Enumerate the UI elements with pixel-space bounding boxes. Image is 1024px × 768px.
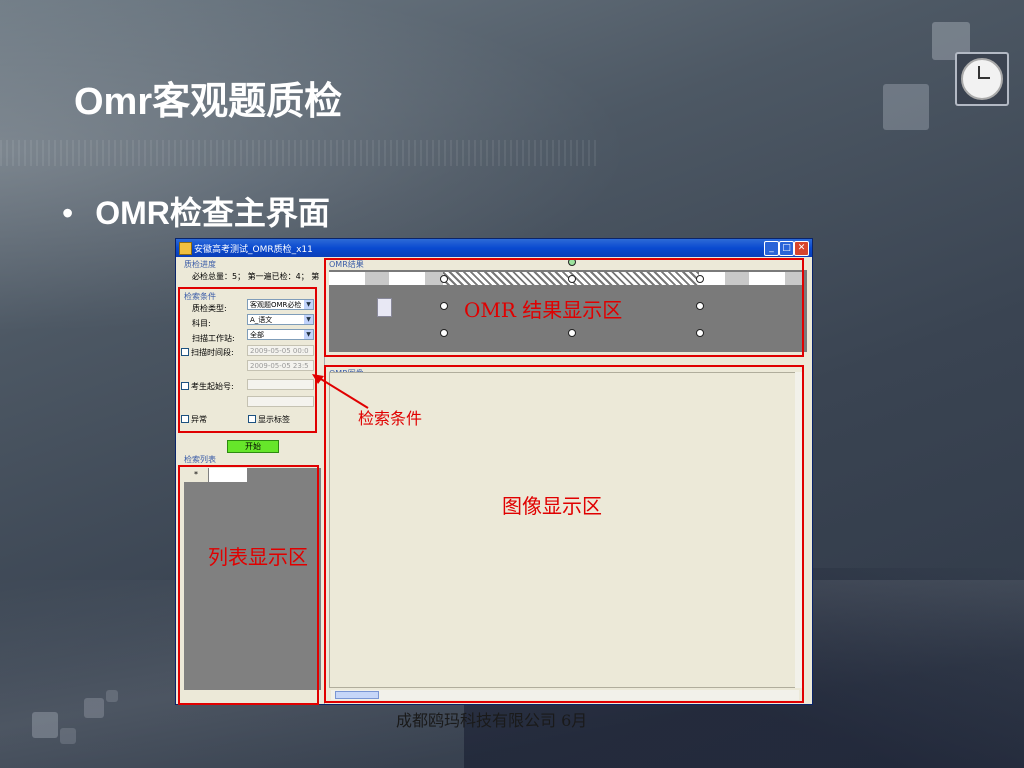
app-icon: [179, 242, 192, 255]
decorative-square: [883, 84, 929, 130]
close-button[interactable]: ✕: [794, 241, 809, 256]
maximize-button[interactable]: □: [779, 241, 794, 256]
decorative-square: [84, 698, 104, 718]
decorative-square: [106, 690, 118, 702]
clock-hand: [979, 77, 990, 79]
bullet-text: OMR检查主界面: [95, 195, 330, 231]
search-conditions-highlight: [178, 287, 317, 433]
image-area-caption: 图像显示区: [502, 494, 602, 518]
window-titlebar[interactable]: 安徽高考测试_OMR质检_x11 _ □ ✕: [176, 239, 812, 257]
progress-group-label: 质检进度: [184, 260, 216, 269]
list-area-highlight: [178, 465, 319, 705]
progress-text: 必检总量：5； 第一遍已检：4； 第: [192, 272, 320, 281]
image-area-highlight: [324, 365, 804, 703]
list-area-caption: 列表显示区: [208, 545, 308, 569]
bullet-dot-icon: •: [62, 195, 74, 231]
background-stripe: [0, 140, 600, 166]
list-group-label: 检索列表: [184, 455, 216, 464]
bullet-item: • OMR检查主界面: [62, 188, 330, 234]
result-area-caption: OMR 结果显示区: [464, 298, 623, 322]
window-title: 安徽高考测试_OMR质检_x11: [194, 245, 313, 255]
decorative-square: [60, 728, 76, 744]
slide-title: Omr客观题质检: [74, 81, 343, 123]
clock-icon: [961, 58, 1003, 100]
minimize-button[interactable]: _: [764, 241, 779, 256]
footer-text: 成都鸥玛科技有限公司 6月: [396, 711, 588, 730]
start-button[interactable]: 开始: [227, 440, 279, 453]
decorative-square: [32, 712, 58, 738]
